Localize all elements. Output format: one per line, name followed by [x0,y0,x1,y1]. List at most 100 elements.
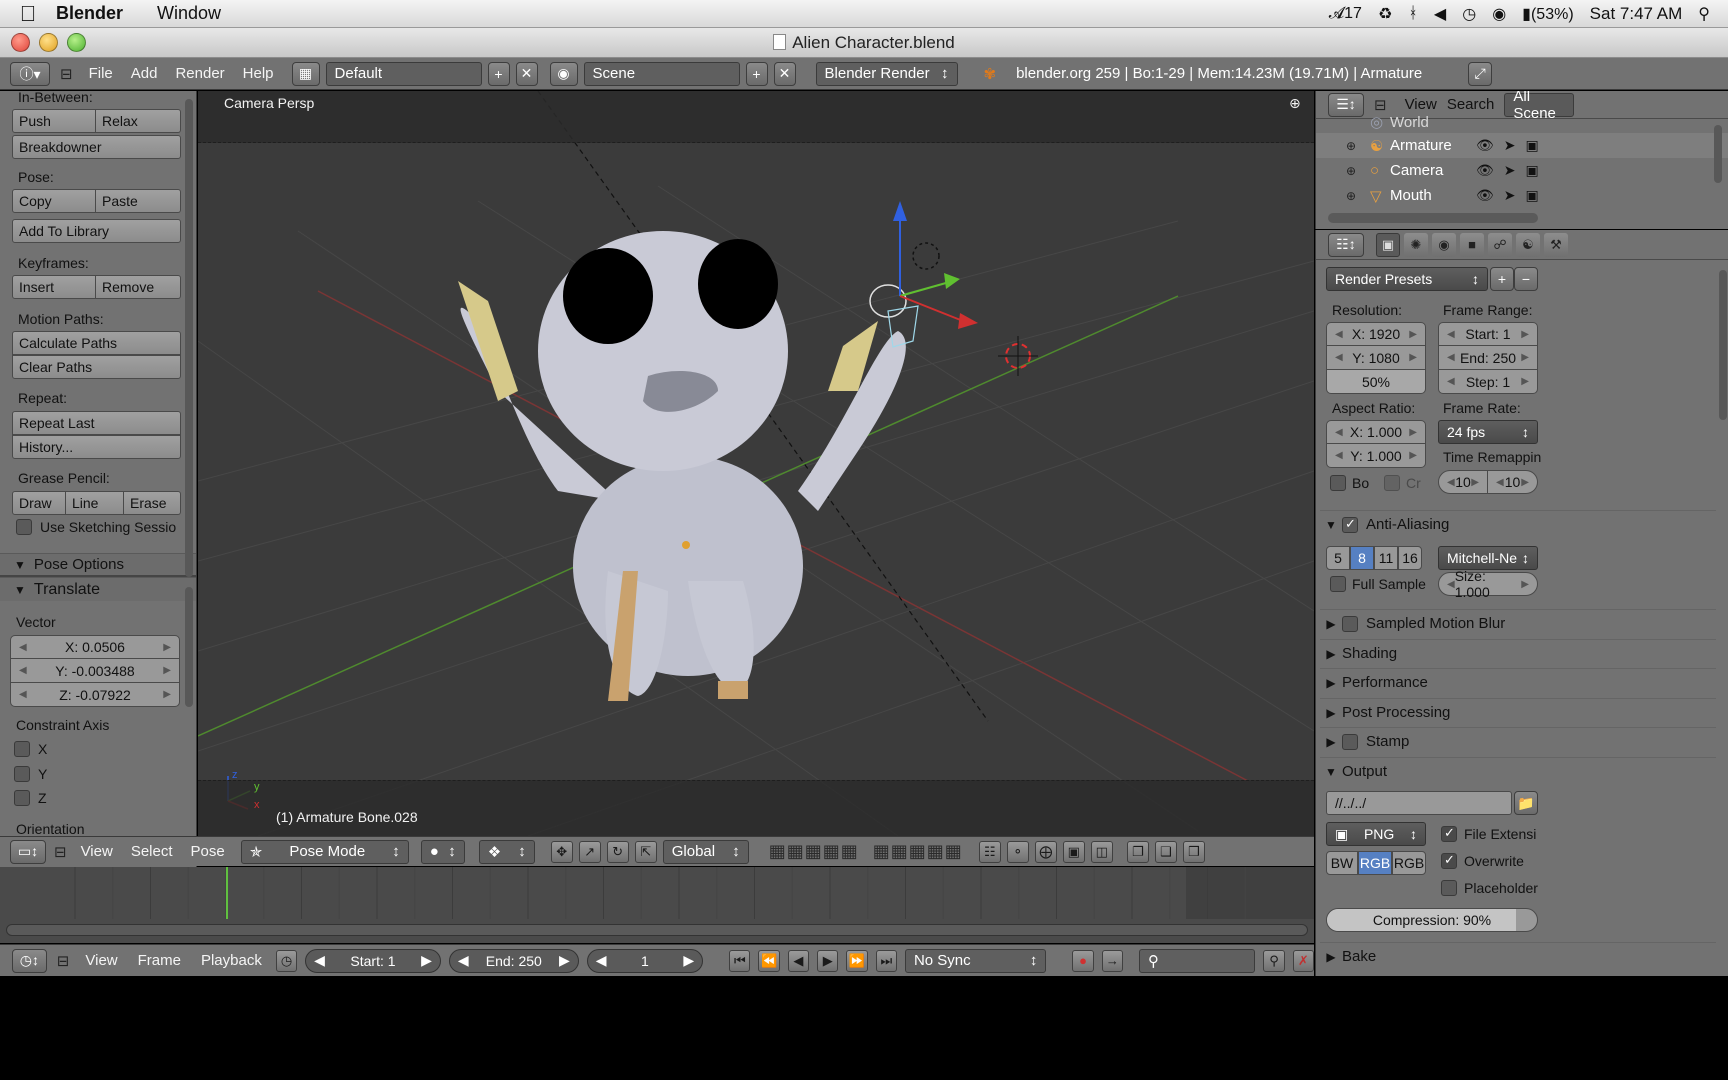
decrement-arrow-icon[interactable]: ◀ [458,952,469,969]
renderability-camera-icon[interactable]: ▣ [1526,187,1539,204]
editor-type-3d-icon[interactable]: ▭↕ [10,839,46,864]
current-frame-cursor[interactable] [226,867,228,919]
decrement-arrow-icon[interactable]: ◀ [1447,477,1455,488]
selectability-arrow-icon[interactable]: ➤ [1504,137,1516,154]
insert-keyframe-icon[interactable]: ⚲ [1263,949,1285,972]
transform-manipulator-icon[interactable] [893,201,978,329]
tool-shelf-scrollbar[interactable] [185,99,193,577]
wifi-icon[interactable]: ◉ [1492,4,1506,24]
screen-layout-field[interactable]: Default [325,61,482,86]
decrement-arrow-icon[interactable]: ◀ [1496,477,1504,488]
overwrite-checkbox[interactable] [1441,852,1457,869]
play-icon[interactable]: ▶ [817,949,839,972]
grease-line-button[interactable]: Line [66,491,124,515]
sampled-motion-blur-panel-header[interactable]: ▶ Sampled Motion Blur [1320,609,1716,637]
pivot-dropdown[interactable]: ❖ ↕ [478,839,535,864]
scene-context-icon[interactable]: ✺ [1404,232,1428,257]
decrement-arrow-icon[interactable]: ◀ [1335,427,1343,438]
decrement-arrow-icon[interactable]: ◀ [1335,329,1343,340]
filter-size-field[interactable]: ◀ Size: 1.000 ▶ [1438,568,1538,600]
resolution-x-field[interactable]: ◀ X: 1920 ▶ [1326,322,1426,346]
post-processing-panel-header[interactable]: ▶ Post Processing [1320,698,1716,726]
3d-cursor-icon[interactable] [998,336,1038,376]
outliner-h-scrollbar[interactable] [1328,213,1538,223]
increment-arrow-icon[interactable]: ▶ [1409,450,1417,461]
transform-orientation-dropdown[interactable]: Global ↕ [662,839,749,864]
add-layout-icon[interactable]: + [487,61,510,86]
increment-arrow-icon[interactable]: ▶ [421,952,432,969]
scale-manipulator-icon[interactable]: ⇱ [634,840,657,863]
remove-preset-icon[interactable]: − [1514,267,1538,291]
decrement-arrow-icon[interactable]: ◀ [19,665,27,676]
resolution-y-field[interactable]: ◀ Y: 1080 ▶ [1326,346,1426,370]
copy-pose-button[interactable]: Copy [12,189,96,213]
grease-draw-button[interactable]: Draw [12,491,66,515]
alien-character-mesh[interactable] [458,231,919,701]
outliner-v-scrollbar[interactable] [1714,125,1722,183]
constraint-y-checkbox[interactable] [14,766,30,782]
frame-end-field[interactable]: ◀ End: 250 ▶ [1438,346,1538,370]
menu-help[interactable]: Help [237,65,280,82]
paste-pose-button[interactable]: Paste [96,189,181,213]
increment-arrow-icon[interactable]: ▶ [163,689,171,700]
folder-browse-icon[interactable]: 📁 [1514,791,1538,815]
keying-set-icon[interactable]: → [1101,949,1124,972]
scene-icon[interactable]: ◉ [549,61,578,86]
modifier-context-icon[interactable]: ⚒ [1544,232,1568,257]
outliner-row-world[interactable]: ◎ World [1316,113,1728,132]
world-context-icon[interactable]: ◉ [1432,232,1456,257]
file-format-dropdown[interactable]: ▣ PNG ↕ [1326,822,1426,846]
color-mode-bw[interactable]: BW [1326,851,1358,875]
expand-icon[interactable]: ⊕ [1346,164,1356,178]
border-checkbox[interactable] [1330,475,1346,491]
decrement-arrow-icon[interactable]: ◀ [19,689,27,700]
stamp-checkbox[interactable] [1342,733,1358,750]
aa-filter-dropdown[interactable]: Mitchell-Ne ↕ [1438,546,1538,570]
remove-layout-icon[interactable]: ✕ [515,61,538,86]
copy-pose-icon[interactable]: ❐ [1126,840,1149,863]
adobe-icon[interactable]: 𝓐17 [1329,5,1362,23]
output-path-input[interactable]: //../../ [1326,791,1512,815]
add-scene-icon[interactable]: + [745,61,768,86]
jump-to-end-icon[interactable]: ⏭ [875,949,897,972]
increment-arrow-icon[interactable]: ▶ [1521,376,1529,387]
menu-add[interactable]: Add [125,65,164,82]
outliner-row-armature[interactable]: ⊕ ☯ Armature 👁 ➤ ▣ [1316,133,1728,158]
push-button[interactable]: Push [12,109,96,133]
increment-arrow-icon[interactable]: ▶ [163,665,171,676]
stamp-panel-header[interactable]: ▶ Stamp [1320,727,1716,755]
increment-arrow-icon[interactable]: ▶ [683,952,694,969]
vector-x-field[interactable]: ◀ X: 0.0506 ▶ [10,635,180,659]
decrement-arrow-icon[interactable]: ◀ [1447,376,1455,387]
pose-options-panel-header[interactable]: ▼ Pose Options [0,553,196,575]
motion-blur-checkbox[interactable] [1342,615,1358,632]
view-corner-plus-icon[interactable]: ⊕ [1289,95,1301,112]
insert-keyframe-button[interactable]: Insert [12,275,96,299]
compression-slider[interactable]: Compression: 90% [1326,908,1538,932]
active-keying-set-field[interactable]: ⚲ [1139,948,1256,973]
paste-pose-icon[interactable]: ❑ [1154,840,1177,863]
redo-panel-scrollbar[interactable] [185,587,193,707]
render-opengl-icon[interactable]: ▣ [1062,840,1085,863]
play-reverse-icon[interactable]: ◀ [787,949,810,972]
decrement-arrow-icon[interactable]: ◀ [19,642,27,653]
rotate-manipulator-icon[interactable]: ↻ [606,840,629,863]
end-frame-field[interactable]: ◀ End: 250 ▶ [448,948,579,973]
increment-arrow-icon[interactable]: ▶ [1521,477,1529,488]
render-context-icon[interactable]: ▣ [1376,232,1400,257]
frame-start-field[interactable]: ◀ Start: 1 ▶ [1438,322,1538,346]
jump-to-start-icon[interactable]: ⏮ [729,949,751,972]
constraints-context-icon[interactable]: ☍ [1488,232,1512,257]
start-frame-field[interactable]: ◀ Start: 1 ▶ [305,948,441,973]
increment-arrow-icon[interactable]: ▶ [1521,329,1529,340]
menu-view[interactable]: View [75,843,119,860]
frame-step-field[interactable]: ◀ Step: 1 ▶ [1438,370,1538,394]
apple-icon[interactable]:  [0,1,56,27]
scene-field[interactable]: Scene [583,61,740,86]
placeholders-checkbox[interactable] [1441,880,1457,896]
volume-icon[interactable]: ◀ [1434,4,1446,24]
renderability-camera-icon[interactable]: ▣ [1526,137,1539,154]
preview-range-icon[interactable]: ◷ [275,949,298,972]
close-window-button[interactable] [11,33,30,52]
translate-manipulator-icon[interactable]: ↗ [578,840,601,863]
